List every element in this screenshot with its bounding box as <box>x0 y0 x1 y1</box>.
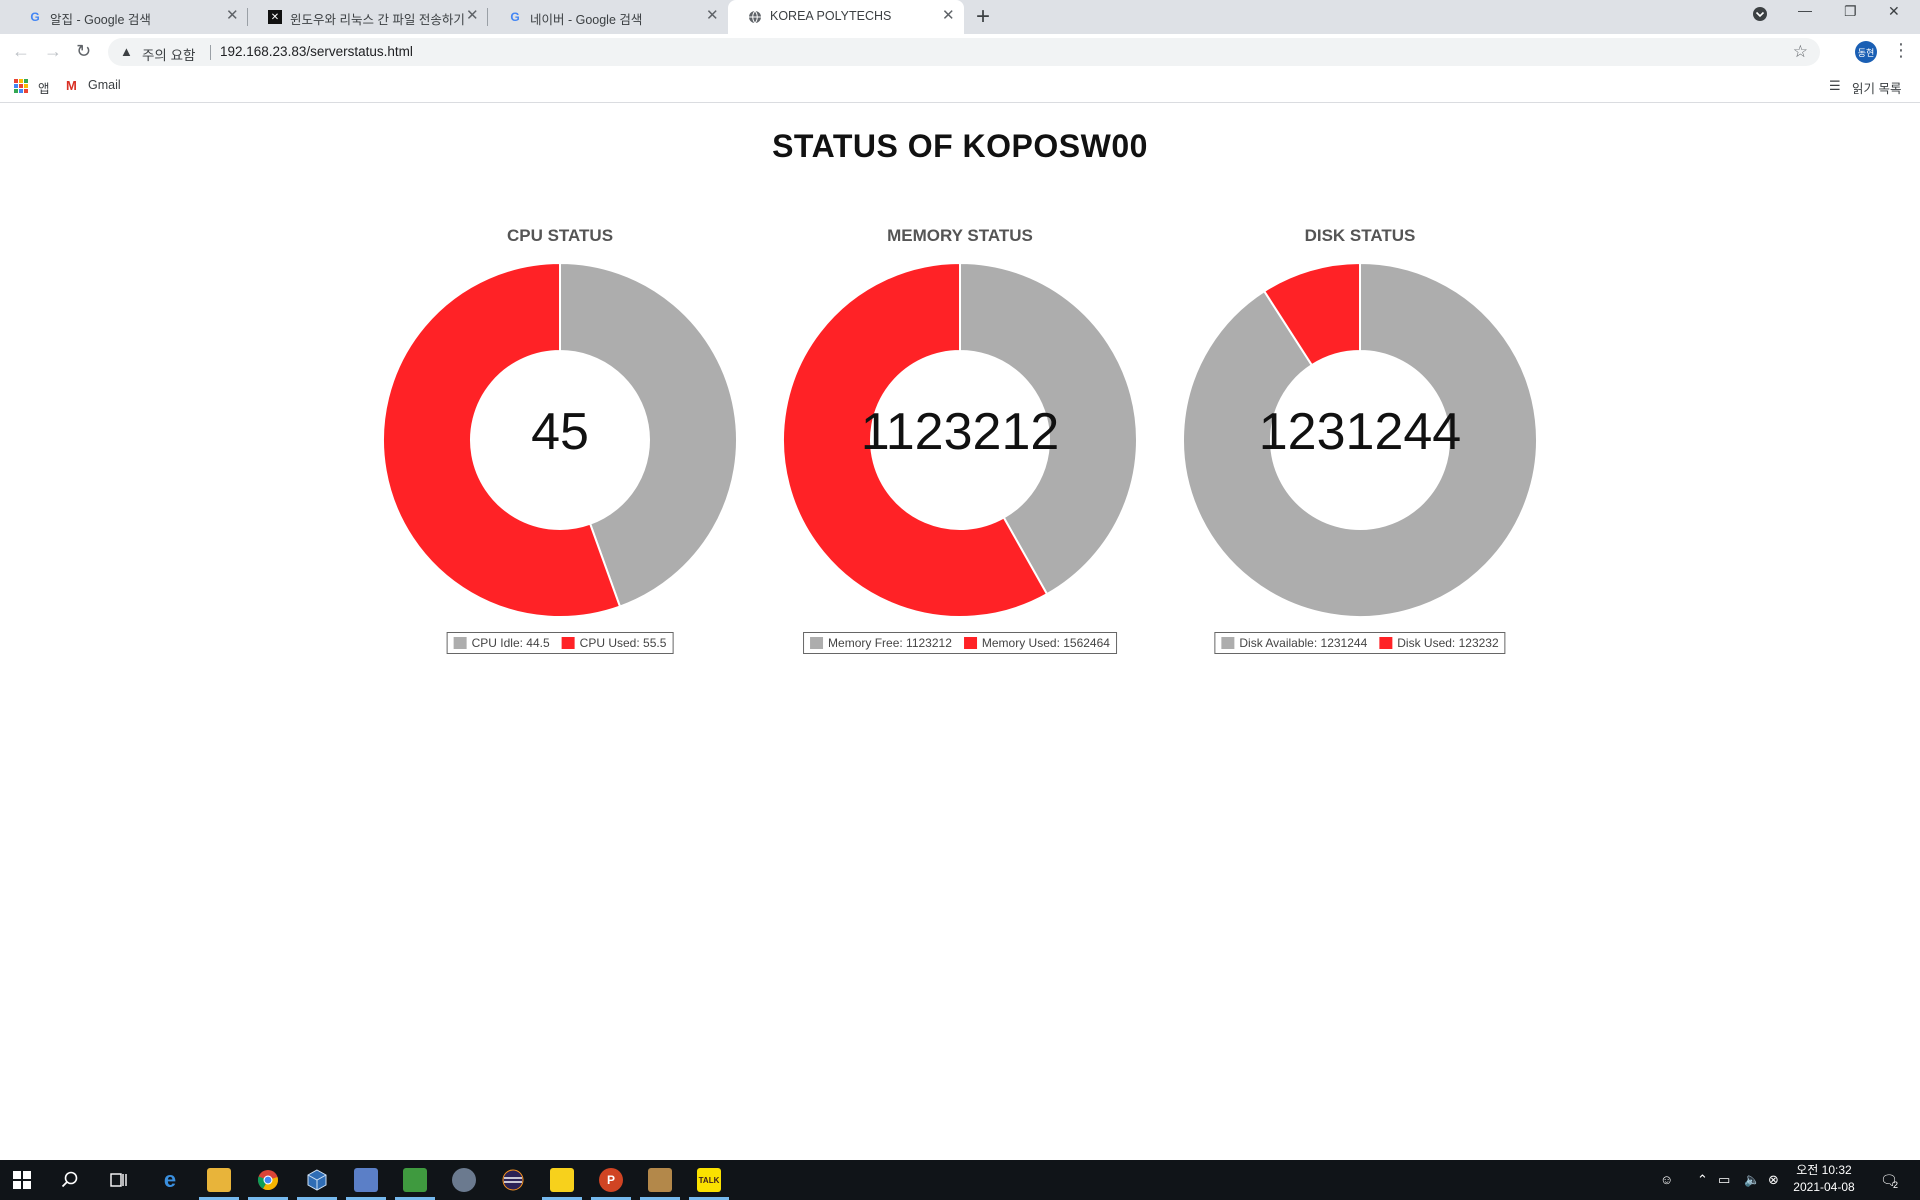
restore-icon[interactable]: ❐ <box>1844 3 1857 20</box>
chart-title: MEMORY STATUS <box>887 226 1033 245</box>
kakaotalk-icon[interactable]: TALK <box>697 1168 721 1192</box>
show-hidden-icons-chevron-icon[interactable]: ⌃ <box>1697 1172 1708 1188</box>
notepad-icon[interactable] <box>403 1168 427 1192</box>
bookmarks-bar: 앱 M Gmail ☰ 읽기 목록 <box>0 70 1920 103</box>
tab-korea-polytechs[interactable]: KOREA POLYTECHS ✕ <box>728 0 964 34</box>
minimize-icon[interactable]: — <box>1798 2 1812 18</box>
chart-legend: CPU Idle: 44.5 CPU Used: 55.5 <box>446 632 674 654</box>
gmail-bookmark[interactable]: Gmail <box>88 78 121 92</box>
eclipse-icon[interactable] <box>501 1168 525 1192</box>
google-icon: G <box>30 10 40 24</box>
bookmark-star-icon[interactable]: ☆ <box>1793 42 1808 62</box>
security-label[interactable]: 주의 요함 <box>142 44 195 64</box>
tab-strip: G 알집 - Google 검색 ✕ ✕ 윈도우와 리눅스 간 파일 전송하기 … <box>0 0 1920 34</box>
gmail-icon[interactable]: M <box>66 78 77 93</box>
clock-time: 오전 10:32 <box>1796 1163 1852 1177</box>
chart-center-value: 1123212 <box>860 403 1060 461</box>
legend-label: CPU Idle: 44.5 <box>471 636 550 650</box>
tab-aljip-search[interactable]: G 알집 - Google 검색 ✕ <box>8 0 244 34</box>
close-window-icon[interactable]: ✕ <box>1888 3 1900 20</box>
chart-legend: Disk Available: 1231244 Disk Used: 12323… <box>1214 632 1506 654</box>
legend-swatch-used <box>561 637 575 649</box>
memory-status-chart: MEMORY STATUS 1123212 Memory Free: 11232… <box>760 224 1160 664</box>
network-icon[interactable]: ▭ <box>1718 1172 1730 1188</box>
chart-title: CPU STATUS <box>506 226 614 245</box>
globe-icon <box>748 10 762 24</box>
legend-swatch-idle <box>453 637 467 649</box>
chart-legend: Memory Free: 1123212 Memory Used: 156246… <box>803 632 1117 654</box>
apps-grid-icon[interactable] <box>14 79 28 93</box>
legend-label: Memory Free: 1123212 <box>828 636 952 650</box>
back-icon[interactable]: ← <box>12 42 30 60</box>
new-tab-button[interactable]: + <box>976 4 990 30</box>
profile-avatar[interactable]: 동현 <box>1855 41 1877 63</box>
sticky-notes-icon[interactable] <box>550 1168 574 1192</box>
notification-count: 2 <box>1893 1180 1899 1190</box>
file-explorer-icon[interactable] <box>207 1168 231 1192</box>
tab-naver-search[interactable]: G 네이버 - Google 검색 ✕ <box>488 0 724 34</box>
url-text[interactable]: 192.168.23.83/serverstatus.html <box>220 44 413 59</box>
legend-swatch-used <box>1379 637 1393 649</box>
address-bar[interactable]: ▲ 주의 요함 192.168.23.83/serverstatus.html … <box>108 38 1820 66</box>
network-tool-icon[interactable] <box>354 1168 378 1192</box>
edge-icon[interactable]: e <box>158 1167 182 1192</box>
legend-swatch-available <box>1221 637 1235 649</box>
x-icon: ✕ <box>268 10 282 24</box>
close-tab-icon[interactable]: ✕ <box>706 8 719 23</box>
legend-label: CPU Used: 55.5 <box>579 636 667 650</box>
legend-label: Disk Used: 123232 <box>1397 636 1499 650</box>
people-icon[interactable]: ☺ <box>1660 1172 1673 1187</box>
browser-toolbar: ← → ↻ ▲ 주의 요함 192.168.23.83/serverstatus… <box>0 34 1920 70</box>
omnibox-divider <box>210 45 211 60</box>
legend-swatch-used <box>963 637 977 649</box>
close-tab-icon[interactable]: ✕ <box>942 8 955 23</box>
chart-title: DISK STATUS <box>1304 226 1416 245</box>
legend-label: Memory Used: 1562464 <box>981 636 1110 650</box>
close-tab-icon[interactable]: ✕ <box>466 8 479 23</box>
tab-file-transfer[interactable]: ✕ 윈도우와 리눅스 간 파일 전송하기 ✕ <box>248 0 484 34</box>
windows-taskbar: e P TALK ☺ ⌃ ▭ 🔈 ⊗ 오전 10:32 2021-04-08 🗨… <box>0 1160 1920 1200</box>
tab-title: 윈도우와 리눅스 간 파일 전송하기 <box>290 13 465 27</box>
powerpoint-icon[interactable]: P <box>599 1168 623 1192</box>
cpu-status-chart: CPU STATUS 45 CPU Idle: 44.5 CPU Used: 5… <box>360 224 760 664</box>
chart-center-value: 45 <box>531 403 589 461</box>
clock[interactable]: 오전 10:32 2021-04-08 <box>1786 1162 1862 1196</box>
disk-status-chart: DISK STATUS 1231244 Disk Available: 1231… <box>1160 224 1560 664</box>
agent-icon[interactable] <box>452 1168 476 1192</box>
status-x-icon[interactable]: ⊗ <box>1768 1172 1779 1188</box>
virtualbox-icon[interactable] <box>305 1168 329 1192</box>
close-tab-icon[interactable]: ✕ <box>226 8 239 23</box>
tab-search-icon[interactable] <box>1752 6 1768 25</box>
volume-muted-icon[interactable]: 🔈 <box>1744 1172 1760 1188</box>
reading-list-button[interactable]: 읽기 목록 <box>1852 78 1901 97</box>
tab-title: KOREA POLYTECHS <box>770 9 892 23</box>
reading-list-icon[interactable]: ☰ <box>1829 78 1841 94</box>
chrome-icon[interactable] <box>256 1168 280 1192</box>
clock-date: 2021-04-08 <box>1793 1180 1855 1194</box>
tab-title: 알집 - Google 검색 <box>50 13 151 27</box>
legend-label: Disk Available: 1231244 <box>1239 636 1368 650</box>
windows-start-icon[interactable] <box>10 1168 34 1192</box>
tab-title: 네이버 - Google 검색 <box>530 13 643 27</box>
warning-icon[interactable]: ▲ <box>120 44 133 59</box>
putty-icon[interactable] <box>648 1168 672 1192</box>
search-icon[interactable] <box>58 1168 82 1192</box>
page-title: STATUS OF KOPOSW00 <box>772 128 1148 164</box>
forward-icon[interactable]: → <box>44 42 62 60</box>
google-icon: G <box>510 10 520 24</box>
menu-icon[interactable]: ⋮ <box>1892 40 1910 61</box>
apps-bookmark[interactable]: 앱 <box>38 78 50 97</box>
chart-center-value: 1231244 <box>1258 403 1462 461</box>
legend-swatch-free <box>810 637 824 649</box>
task-view-icon[interactable] <box>107 1168 131 1192</box>
reload-icon[interactable]: ↻ <box>76 42 91 60</box>
